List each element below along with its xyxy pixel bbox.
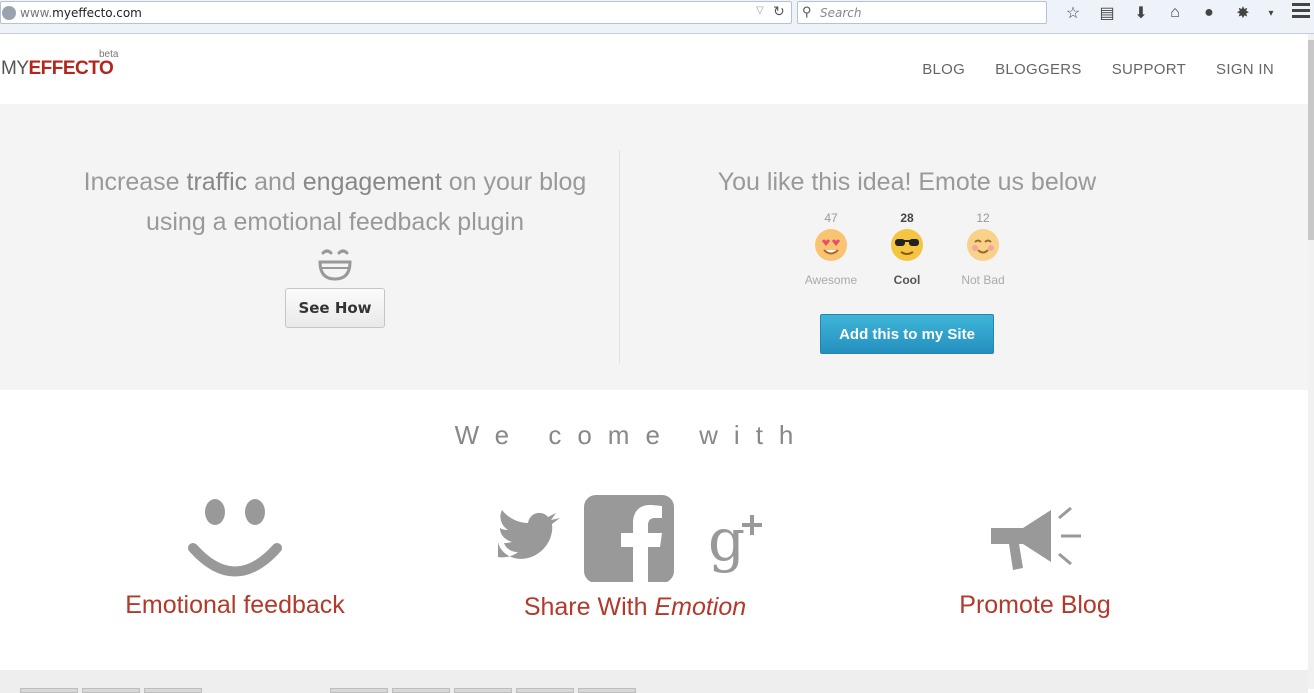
bookmark-star-icon[interactable]: ☆ bbox=[1056, 2, 1090, 24]
main-nav: BLOG BLOGGERS SUPPORT SIGN IN bbox=[922, 61, 1274, 78]
globe-icon bbox=[2, 6, 16, 20]
emote-not-bad[interactable]: 12 Not Bad bbox=[955, 211, 1011, 287]
extension-dropdown-icon[interactable]: ▾ bbox=[1260, 2, 1282, 24]
blush-emoji-icon bbox=[967, 229, 999, 261]
twitter-icon bbox=[498, 510, 560, 559]
sunglasses-emoji-icon bbox=[891, 229, 923, 261]
emote-count: 28 bbox=[900, 211, 914, 225]
megaphone-icon bbox=[991, 506, 1081, 570]
emote-title: You like this idea! Emote us below bbox=[717, 168, 1097, 196]
feature-label: Share With Emotion bbox=[523, 593, 747, 621]
extension-icon[interactable]: ✸ bbox=[1226, 2, 1260, 24]
google-plus-icon: g bbox=[708, 506, 762, 574]
address-bar[interactable]: www.myeffecto.com ▽ ↻ bbox=[0, 1, 792, 24]
taskbar-strip bbox=[0, 670, 1308, 693]
home-icon[interactable]: ⌂ bbox=[1158, 2, 1192, 24]
hero-headline: Increase traffic and engagement on your … bbox=[83, 168, 587, 236]
hero-pitch: Increase traffic and engagement on your … bbox=[50, 162, 620, 328]
emote-count: 12 bbox=[976, 211, 990, 225]
facebook-icon bbox=[584, 495, 674, 583]
feature-label: Emotional feedback bbox=[125, 591, 345, 619]
download-icon[interactable]: ⬇ bbox=[1124, 2, 1158, 24]
svg-text:g: g bbox=[708, 506, 745, 574]
taskbar-tab[interactable] bbox=[82, 688, 140, 693]
heart-eyes-emoji-icon bbox=[815, 229, 847, 261]
taskbar-tab[interactable] bbox=[454, 688, 512, 693]
page-scrollbar[interactable] bbox=[1308, 34, 1314, 689]
taskbar-tab[interactable] bbox=[516, 688, 574, 693]
hero-section: Increase traffic and engagement on your … bbox=[0, 104, 1308, 390]
smiley-icon bbox=[188, 499, 282, 577]
feature-promote-blog: Promote Blog bbox=[900, 490, 1170, 620]
nav-support[interactable]: SUPPORT bbox=[1112, 61, 1186, 78]
see-how-button[interactable]: See How bbox=[285, 288, 385, 328]
reading-list-icon[interactable]: ▤ bbox=[1090, 2, 1124, 24]
nav-sign-in[interactable]: SIGN IN bbox=[1216, 61, 1274, 78]
hamburger-menu-icon[interactable] bbox=[1292, 3, 1310, 21]
search-icon: ⚲ bbox=[802, 4, 812, 19]
grin-icon bbox=[318, 249, 352, 281]
reload-icon[interactable]: ↻ bbox=[773, 3, 785, 20]
search-bar[interactable]: ⚲ Search bbox=[797, 1, 1047, 24]
nav-bloggers[interactable]: BLOGGERS bbox=[995, 61, 1082, 78]
taskbar-tab[interactable] bbox=[392, 688, 450, 693]
emote-label: Awesome bbox=[804, 273, 858, 287]
emote-count: 47 bbox=[824, 211, 838, 225]
emote-awesome[interactable]: 47 Awesome bbox=[803, 211, 859, 287]
feature-emotional-feedback: Emotional feedback bbox=[100, 490, 370, 620]
emote-label: Cool bbox=[893, 273, 921, 287]
taskbar-tab[interactable] bbox=[578, 688, 636, 693]
site-logo[interactable]: MYEFFECTO bbox=[1, 58, 114, 80]
nav-blog[interactable]: BLOG bbox=[922, 61, 965, 78]
address-url[interactable]: www.myeffecto.com bbox=[20, 6, 142, 20]
feature-share: g Share With Emotion bbox=[490, 490, 780, 622]
features-section: We come with Emotional feedback g Share … bbox=[0, 390, 1308, 670]
features-title: We come with bbox=[454, 420, 810, 450]
feature-label: Promote Blog bbox=[959, 591, 1111, 619]
taskbar-tab[interactable] bbox=[144, 688, 202, 693]
taskbar-tab[interactable] bbox=[330, 688, 388, 693]
emote-label: Not Bad bbox=[961, 273, 1005, 287]
emote-panel: You like this idea! Emote us below 47 Aw… bbox=[620, 162, 1194, 354]
social-icons: g bbox=[498, 495, 762, 583]
add-to-site-button[interactable]: Add this to my Site bbox=[820, 314, 994, 354]
scrollbar-thumb[interactable] bbox=[1308, 40, 1314, 240]
emote-list: 47 Awesome 28 Cool 12 Not Bad bbox=[620, 211, 1194, 287]
site-header: MYEFFECTO beta BLOG BLOGGERS SUPPORT SIG… bbox=[0, 34, 1308, 104]
chat-icon[interactable]: ● bbox=[1192, 2, 1226, 24]
taskbar-tab[interactable] bbox=[20, 688, 78, 693]
browser-toolbar: www.myeffecto.com ▽ ↻ ⚲ Search ☆ ▤ ⬇ ⌂ ●… bbox=[0, 0, 1314, 34]
history-dropdown-icon[interactable]: ▽ bbox=[756, 5, 764, 16]
beta-badge: beta bbox=[99, 49, 119, 60]
search-placeholder: Search bbox=[820, 6, 862, 20]
emote-cool[interactable]: 28 Cool bbox=[879, 211, 935, 287]
